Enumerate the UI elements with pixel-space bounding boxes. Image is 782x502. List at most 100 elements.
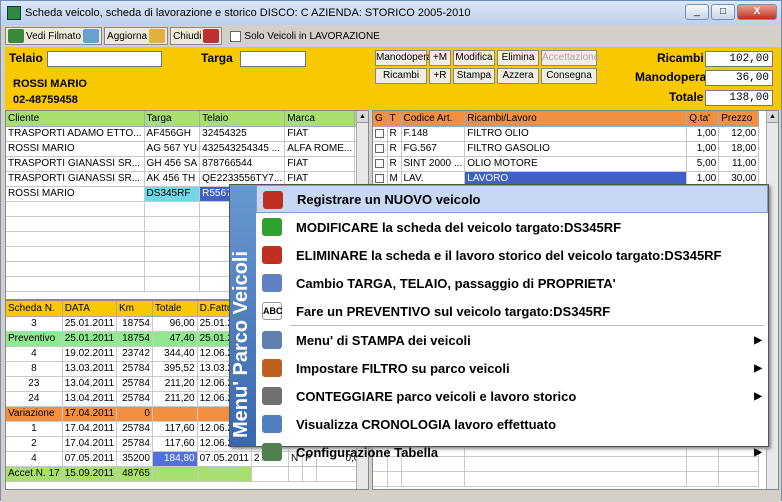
history-cell[interactable] xyxy=(152,466,198,482)
history-cell[interactable]: 13.04.2011 xyxy=(62,376,118,392)
history-cell[interactable]: 96,00 xyxy=(152,316,198,332)
parts-cell[interactable]: R xyxy=(387,156,402,172)
parts-header-cell[interactable]: Q.ta' xyxy=(686,111,720,127)
history-cell[interactable]: Variazione xyxy=(6,406,63,422)
menu-item-4[interactable]: ABC Fare un PREVENTIVO sul veicolo targat… xyxy=(256,297,768,325)
history-cell[interactable]: 25.01.2011 xyxy=(62,331,118,347)
history-cell[interactable]: 25784 xyxy=(116,436,153,452)
vehicle-cell[interactable]: DS345RF xyxy=(144,186,201,202)
history-header-cell[interactable]: Km xyxy=(116,301,153,317)
history-cell[interactable]: 24 xyxy=(6,391,63,407)
parts-cell[interactable]: 5,00 xyxy=(686,156,720,172)
history-cell[interactable]: 4 xyxy=(6,346,63,362)
history-cell[interactable]: 07.05.2011 xyxy=(62,451,118,467)
modifica-button[interactable]: Modifica xyxy=(453,50,495,66)
parts-g-checkbox[interactable] xyxy=(373,126,388,142)
parts-header-cell[interactable]: Prezzo xyxy=(718,111,760,127)
vehicle-cell[interactable]: 32454325 xyxy=(199,126,286,142)
parts-cell[interactable]: F.148 xyxy=(401,126,466,142)
vehicles-header-cell[interactable]: Targa xyxy=(144,111,201,127)
add-ricambi-button[interactable]: +R xyxy=(429,68,451,84)
history-cell[interactable]: 48765 xyxy=(116,466,153,482)
scroll-up-icon[interactable]: ▲ xyxy=(767,111,778,123)
table-row[interactable]: R SINT 2000 ... OLIO MOTORE 5,00 11,00 xyxy=(373,156,760,172)
table-row[interactable]: R FG.567 FILTRO GASOLIO 1,00 18,00 xyxy=(373,141,760,157)
accettazione-button[interactable]: Accettazione xyxy=(541,50,599,66)
elimina-button[interactable]: Elimina xyxy=(497,50,539,66)
history-cell[interactable]: 2 xyxy=(6,436,63,452)
parts-header-cell[interactable]: Codice Art. xyxy=(401,111,466,127)
telaio-input[interactable] xyxy=(47,51,162,67)
table-row[interactable]: R F.148 FILTRO OLIO 1,00 12,00 xyxy=(373,126,760,142)
vedi-filmato-button[interactable]: Vedi Filmato xyxy=(5,27,103,45)
history-cell[interactable]: 4 xyxy=(6,451,63,467)
history-cell[interactable]: 18754 xyxy=(116,331,153,347)
table-row[interactable]: TRASPORTI GIANASSI SR... GH 456 SA 8787665… xyxy=(6,156,368,172)
stampa-button[interactable]: Stampa xyxy=(453,68,495,84)
table-row[interactable]: Accet.N. 17 15.09.2011 48765 xyxy=(6,466,368,482)
add-manodopera-button[interactable]: +M xyxy=(429,50,451,66)
history-cell[interactable]: 23742 xyxy=(116,346,153,362)
parts-cell[interactable]: 1,00 xyxy=(686,126,720,142)
history-cell[interactable]: 07.05.2011 xyxy=(197,451,252,467)
close-button[interactable]: X xyxy=(737,4,777,20)
vehicle-cell[interactable]: 878766544 xyxy=(199,156,286,172)
history-cell[interactable] xyxy=(197,466,252,482)
history-cell[interactable]: 25784 xyxy=(116,376,153,392)
parts-header-cell[interactable]: T xyxy=(387,111,402,127)
history-cell[interactable]: 344,40 xyxy=(152,346,198,362)
azzera-button[interactable]: Azzera xyxy=(497,68,539,84)
menu-item-3[interactable]: Cambio TARGA, TELAIO, passaggio di PROPR… xyxy=(256,269,768,297)
targa-input[interactable] xyxy=(240,51,306,67)
history-cell[interactable]: 17.04.2011 xyxy=(62,436,118,452)
menu-item-9[interactable]: Configurazione Tabella ▶ xyxy=(256,438,768,466)
history-cell[interactable]: 25784 xyxy=(116,391,153,407)
consegna-button[interactable]: Consegna xyxy=(541,68,597,84)
vehicle-cell[interactable]: TRASPORTI GIANASSI SR... xyxy=(6,156,145,172)
parts-cell[interactable]: 12,00 xyxy=(718,126,760,142)
parts-header-cell[interactable]: G xyxy=(373,111,388,127)
vehicle-cell[interactable]: GH 456 SA xyxy=(144,156,201,172)
parts-cell[interactable]: FILTRO GASOLIO xyxy=(464,141,688,157)
menu-item-6[interactable]: Impostare FILTRO su parco veicoli ▶ xyxy=(256,354,768,382)
minimize-button[interactable]: _ xyxy=(685,4,709,20)
history-cell[interactable]: 117,60 xyxy=(152,421,198,437)
chiudi-button[interactable]: Chiudi xyxy=(170,27,223,45)
history-cell[interactable]: 17.04.2011 xyxy=(62,406,118,422)
history-cell[interactable]: 8 xyxy=(6,361,63,377)
parts-cell[interactable]: FILTRO OLIO xyxy=(464,126,688,142)
history-cell[interactable]: 3 xyxy=(6,316,63,332)
menu-item-1[interactable]: MODIFICARE la scheda del veicolo targato… xyxy=(256,213,768,241)
vehicle-cell[interactable]: FIAT xyxy=(284,156,356,172)
history-cell[interactable]: 13.03.2011 xyxy=(62,361,118,377)
aggiorna-button[interactable]: Aggiorna xyxy=(104,27,169,45)
menu-item-0[interactable]: Registrare un NUOVO veicolo xyxy=(256,185,768,213)
parts-cell[interactable]: 18,00 xyxy=(718,141,760,157)
parts-cell[interactable]: R xyxy=(387,141,402,157)
parts-cell[interactable]: R xyxy=(387,126,402,142)
vehicle-cell[interactable]: FIAT xyxy=(284,126,356,142)
parts-cell[interactable]: 11,00 xyxy=(718,156,760,172)
vehicles-header-cell[interactable]: Telaio xyxy=(199,111,286,127)
menu-item-7[interactable]: CONTEGGIARE parco veicoli e lavoro stori… xyxy=(256,382,768,410)
history-cell[interactable]: 18754 xyxy=(116,316,153,332)
table-row[interactable]: ROSSI MARIO AG 567 YU 432543254345 ... ALFA… xyxy=(6,141,368,157)
parts-cell[interactable]: 1,00 xyxy=(686,141,720,157)
history-header-cell[interactable]: Scheda N. xyxy=(6,301,63,317)
history-cell[interactable]: 25784 xyxy=(116,421,153,437)
history-header-cell[interactable]: Totale xyxy=(152,301,198,317)
history-cell[interactable]: 1 xyxy=(6,421,63,437)
history-cell[interactable]: 15.09.2011 xyxy=(62,466,118,482)
menu-item-5[interactable]: Menu' di STAMPA dei veicoli ▶ xyxy=(256,326,768,354)
manodopera-button[interactable]: Manodopera xyxy=(375,50,432,66)
scroll-up-icon[interactable]: ▲ xyxy=(357,111,368,123)
ricambi-button[interactable]: Ricambi xyxy=(375,68,427,84)
history-cell[interactable]: Accet.N. 17 xyxy=(6,466,63,482)
table-row[interactable]: TRASPORTI ADAMO ETTO... AF456GH 32454325 FI… xyxy=(6,126,368,142)
history-cell[interactable]: 211,20 xyxy=(152,376,198,392)
vehicle-cell[interactable]: ROSSI MARIO xyxy=(6,186,145,202)
parts-g-checkbox[interactable] xyxy=(373,141,388,157)
parts-cell[interactable]: OLIO MOTORE xyxy=(464,156,688,172)
checkbox-box[interactable] xyxy=(230,30,242,42)
vehicle-cell[interactable]: AG 567 YU xyxy=(144,141,201,157)
